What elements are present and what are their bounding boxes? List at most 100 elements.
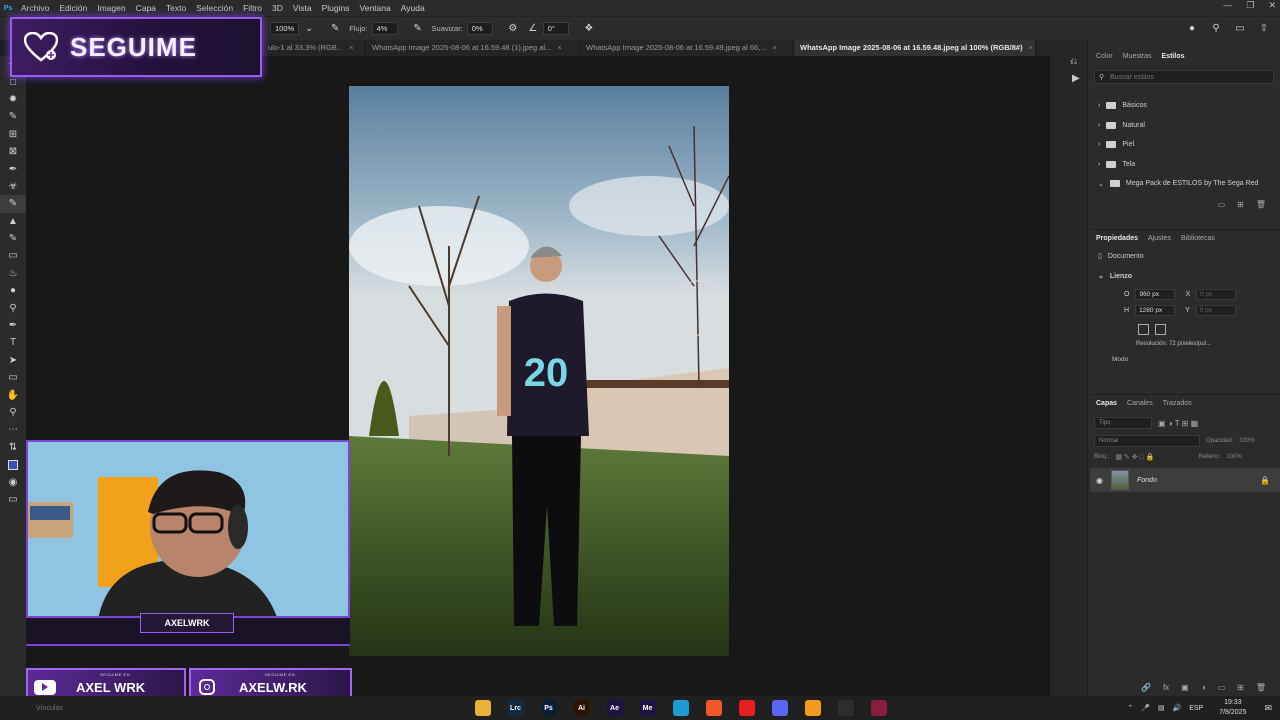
tab-channels[interactable]: Canales <box>1127 400 1153 407</box>
profile-icon[interactable]: ● <box>1186 23 1198 35</box>
smooth-field[interactable]: 0% <box>466 22 493 35</box>
menu-ventana[interactable]: Ventana <box>355 3 396 13</box>
pen-tool-icon[interactable]: ✒ <box>0 317 26 334</box>
tab-color[interactable]: Color <box>1096 53 1113 60</box>
layer-filter-select[interactable]: Tipo <box>1094 417 1152 429</box>
brush-tool-icon[interactable]: ✎ <box>0 195 26 213</box>
styles-search-input[interactable] <box>1108 72 1259 82</box>
menu-edicion[interactable]: Edición <box>54 3 92 13</box>
language-indicator[interactable]: ESP <box>1189 705 1203 712</box>
share-icon[interactable]: ⇧ <box>1258 23 1270 35</box>
adjustment-icon[interactable]: ◑ <box>1201 683 1206 692</box>
style-folder-basicos[interactable]: › Básicos <box>1090 96 1280 116</box>
tab-layers[interactable]: Capas <box>1096 400 1117 407</box>
dodge-tool-icon[interactable]: ⚲ <box>0 299 26 316</box>
chevron-down-icon[interactable]: ⌄ <box>303 23 315 35</box>
airbrush-icon[interactable]: ✎ <box>412 23 424 35</box>
network-icon[interactable]: ▤ <box>1158 704 1165 712</box>
zoom-tool-icon[interactable]: ⚲ <box>0 404 26 421</box>
menu-3d[interactable]: 3D <box>267 3 288 13</box>
history-icon[interactable]: ⎌ <box>1050 40 1087 67</box>
swap-colors-icon[interactable]: ⇅ <box>0 439 26 456</box>
angle-field[interactable]: 0° <box>542 22 569 35</box>
photoshop-icon[interactable]: Ps <box>540 700 557 716</box>
width-field[interactable]: 960 px <box>1135 288 1176 300</box>
style-folder-tela[interactable]: › Tela <box>1090 155 1280 175</box>
winrar-icon[interactable] <box>870 700 887 716</box>
filter-icons[interactable]: ▣ ◑ T ⊞ ▦ <box>1158 419 1198 428</box>
close-icon[interactable]: × <box>349 43 353 53</box>
quick-select-tool-icon[interactable]: ✎ <box>0 108 26 125</box>
symmetry-icon[interactable]: ❖ <box>583 23 595 35</box>
close-icon[interactable]: ✕ <box>1268 0 1276 11</box>
notifications-icon[interactable]: ✉ <box>1264 703 1272 714</box>
link-icon[interactable]: 🔗 <box>1141 683 1151 692</box>
blur-tool-icon[interactable]: ● <box>0 282 26 299</box>
fl-studio-icon[interactable] <box>804 700 821 716</box>
eyedropper-tool-icon[interactable]: ✒ <box>0 160 26 177</box>
new-layer-icon[interactable]: ⊞ <box>1237 683 1244 692</box>
clock[interactable]: 19:33 7/8/2025 <box>1219 698 1246 718</box>
menu-filtro[interactable]: Filtro <box>238 3 267 13</box>
minimize-icon[interactable]: — <box>1223 0 1232 11</box>
eye-icon[interactable]: ◉ <box>1096 476 1103 485</box>
eraser-tool-icon[interactable]: ▭ <box>0 247 26 264</box>
rectangle-tool-icon[interactable]: ▭ <box>0 369 26 386</box>
close-icon[interactable]: × <box>773 43 777 53</box>
menu-plugins[interactable]: Plugins <box>317 3 355 13</box>
search-icon[interactable]: ⚲ <box>1210 23 1222 35</box>
blend-mode-select[interactable]: Normal <box>1094 435 1200 447</box>
style-folder-mega-pack[interactable]: ⌄ Mega Pack de ESTILOS by The Sega Red <box>1090 174 1280 194</box>
pressure-opacity-icon[interactable]: ✎ <box>329 23 341 35</box>
crop-tool-icon[interactable]: ⊞ <box>0 126 26 143</box>
youtube-music-icon[interactable] <box>738 700 755 716</box>
tab-swatches[interactable]: Muestras <box>1123 53 1152 60</box>
style-folder-natural[interactable]: › Natural <box>1090 116 1280 136</box>
opacity-field[interactable]: 100% <box>1239 438 1254 444</box>
y-field[interactable]: 0 px <box>1195 304 1236 316</box>
explorer-icon[interactable] <box>474 700 491 716</box>
play-icon[interactable]: ▶ <box>1050 67 1087 84</box>
menu-capa[interactable]: Capa <box>131 3 161 13</box>
restore-icon[interactable]: ❐ <box>1246 0 1254 11</box>
tab-libraries[interactable]: Bibliotecas <box>1181 235 1215 242</box>
document-photo[interactable]: 20 <box>349 86 729 656</box>
tab-doc-2[interactable]: WhatsApp Image 2025-08-06 at 16.59.49.jp… <box>580 40 794 56</box>
stamp-tool-icon[interactable]: ▲ <box>0 213 26 230</box>
chevron-up-icon[interactable]: ⌃ <box>1127 704 1133 712</box>
tab-adjustments[interactable]: Ajustes <box>1148 235 1171 242</box>
new-group-icon[interactable]: ▭ <box>1218 200 1226 209</box>
height-field[interactable]: 1280 px <box>1135 304 1176 316</box>
style-folder-piel[interactable]: › Piel <box>1090 135 1280 155</box>
tab-doc-active[interactable]: WhatsApp Image 2025-08-06 at 16.59.48.jp… <box>794 40 1036 56</box>
tab-properties[interactable]: Propiedades <box>1096 235 1138 242</box>
mask-icon[interactable]: ▣ <box>1181 683 1189 692</box>
type-tool-icon[interactable]: T <box>0 334 26 351</box>
flow-field[interactable]: 4% <box>371 22 398 35</box>
tab-doc-1[interactable]: WhatsApp Image 2025-08-06 at 16.59.48 (1… <box>366 40 580 56</box>
path-select-tool-icon[interactable]: ➤ <box>0 352 26 369</box>
trash-icon[interactable]: 🗑 <box>1256 200 1266 209</box>
menu-texto[interactable]: Texto <box>161 3 191 13</box>
portrait-icon[interactable] <box>1138 324 1149 335</box>
taskbar-search-text[interactable]: Vínculos <box>36 705 466 712</box>
after-effects-icon[interactable]: Ae <box>606 700 623 716</box>
lock-icons[interactable]: ▦ ✎ ✥ □ 🔒 <box>1115 453 1154 461</box>
menu-imagen[interactable]: Imagen <box>92 3 130 13</box>
close-icon[interactable]: × <box>1029 43 1033 53</box>
discord-icon[interactable] <box>771 700 788 716</box>
opacity-field[interactable]: 100% <box>270 22 300 35</box>
healing-tool-icon[interactable]: ☣ <box>0 178 26 195</box>
menu-archivo[interactable]: Archivo <box>16 3 54 13</box>
x-field[interactable]: 0 px <box>1196 288 1237 300</box>
illustrator-icon[interactable]: Ai <box>573 700 590 716</box>
tab-paths[interactable]: Trazados <box>1163 400 1192 407</box>
menu-ayuda[interactable]: Ayuda <box>396 3 430 13</box>
quick-mask-icon[interactable]: ◉ <box>0 473 26 490</box>
group-icon[interactable]: ▭ <box>1218 683 1226 692</box>
tab-untitled[interactable]: ulo-1 al 33,3% (RGB... × <box>262 40 366 56</box>
obs-icon[interactable] <box>837 700 854 716</box>
color-swatches-icon[interactable] <box>0 456 26 473</box>
more-tools-icon[interactable]: ⋯ <box>0 421 26 438</box>
fx-icon[interactable]: fx <box>1163 683 1169 692</box>
